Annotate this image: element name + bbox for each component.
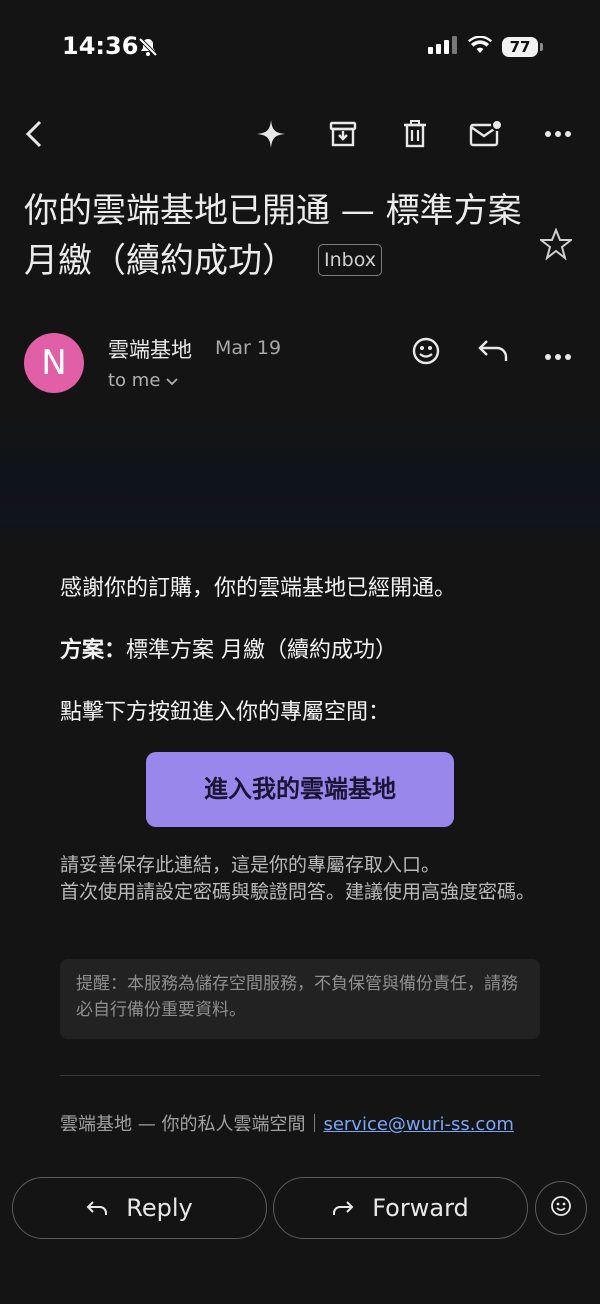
smiley-icon: [550, 1195, 572, 1221]
thanks-line: 感謝你的訂購，你的雲端基地已經開通。: [60, 576, 457, 601]
bell-off-icon: [138, 37, 158, 61]
forward-arrow-icon: [332, 1194, 354, 1222]
backup-notice: 提醒：本服務為儲存空間服務，不負保管與備份責任，請務必自行備份重要資料。: [60, 959, 540, 1039]
add-reaction-button[interactable]: [535, 1181, 587, 1235]
email-footer: 雲端基地 — 你的私人雲端空間｜service@wuri-ss.com: [60, 1112, 530, 1138]
inbox-label-badge[interactable]: Inbox: [318, 243, 382, 276]
subject-text: 你的雲端基地已開通 — 標準方案 月繳（續約成功）: [24, 191, 522, 281]
footer-text: 雲端基地 — 你的私人雲端空間｜: [60, 1114, 324, 1135]
footer-email-link[interactable]: service@wuri-ss.com: [323, 1114, 513, 1135]
reply-arrow-icon: [86, 1194, 108, 1222]
plan-line: 方案：標準方案 月繳（續約成功）: [60, 632, 397, 664]
chevron-down-icon: [166, 370, 178, 391]
note-line-1: 請妥善保存此連結，這是你的專屬存取入口。: [60, 854, 441, 876]
mark-unread-icon[interactable]: [468, 116, 504, 152]
wifi-icon: [468, 35, 492, 58]
recipient-text: to me: [108, 370, 161, 391]
recipient-details[interactable]: to me: [108, 370, 178, 391]
forward-button[interactable]: Forward: [273, 1177, 528, 1239]
note-line-2: 首次使用請設定密碼與驗證問答。建議使用高強度密碼。: [60, 881, 536, 903]
save-link-note: 請妥善保存此連結，這是你的專屬存取入口。 首次使用請設定密碼與驗證問答。建議使用…: [60, 852, 550, 906]
trash-icon[interactable]: [397, 116, 433, 152]
forward-label: Forward: [372, 1194, 469, 1222]
signal-icon: [428, 36, 458, 58]
reply-button[interactable]: Reply: [12, 1177, 267, 1239]
emoji-reaction-icon[interactable]: [411, 336, 441, 370]
reply-icon[interactable]: [477, 338, 509, 368]
status-indicators: 77: [428, 35, 543, 58]
divider: [60, 1075, 540, 1076]
sparkle-icon[interactable]: [253, 116, 289, 152]
archive-icon[interactable]: [325, 116, 361, 152]
plan-label: 方案：: [60, 638, 127, 663]
battery-nub: [540, 43, 543, 51]
back-arrow-icon[interactable]: [16, 116, 52, 152]
sender-avatar[interactable]: N: [24, 333, 84, 393]
reply-label: Reply: [126, 1194, 193, 1222]
battery-icon: 77: [502, 37, 538, 57]
plan-value: 標準方案 月繳（續約成功）: [126, 638, 398, 663]
message-more-icon[interactable]: [544, 346, 572, 365]
sender-name[interactable]: 雲端基地: [108, 334, 192, 364]
more-options-icon[interactable]: [540, 116, 576, 152]
enter-cloud-base-button[interactable]: 進入我的雲端基地: [146, 752, 454, 827]
email-subject: 你的雲端基地已開通 — 標準方案 月繳（續約成功） Inbox: [24, 186, 524, 286]
status-time: 14:36: [62, 32, 139, 60]
instruction-line: 點擊下方按鈕進入你的專屬空間：: [60, 700, 391, 725]
email-date: Mar 19: [215, 337, 282, 359]
email-header-band: [0, 420, 600, 550]
star-icon[interactable]: [538, 227, 574, 264]
